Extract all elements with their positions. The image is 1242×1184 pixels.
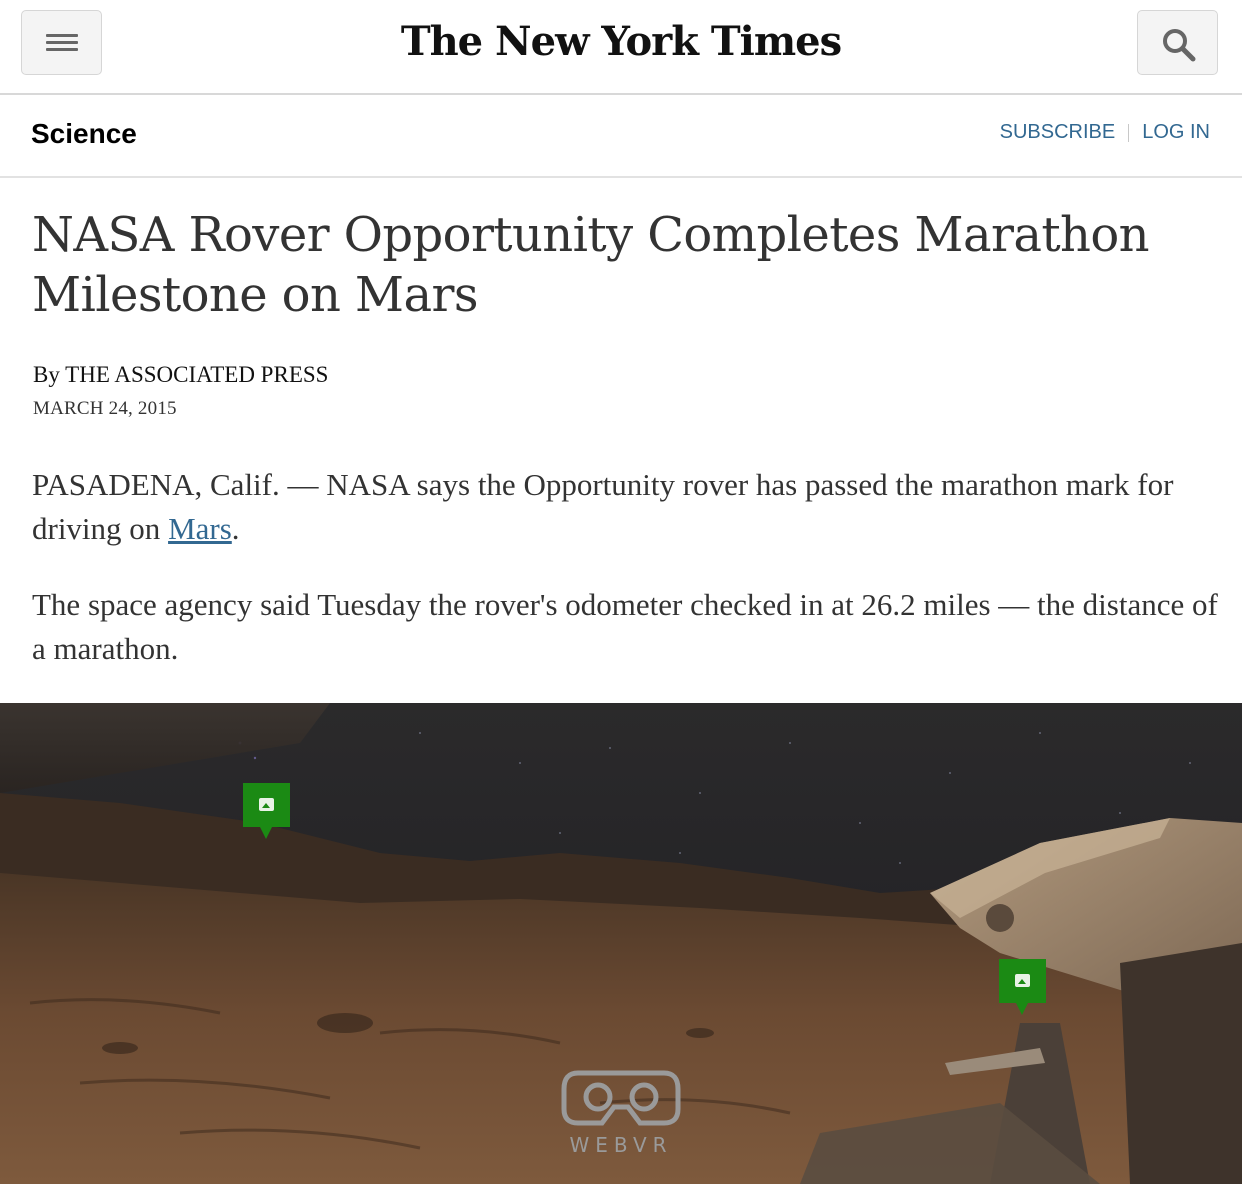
article-headline: NASA Rover Opportunity Completes Maratho… — [32, 207, 1150, 323]
webvr-button[interactable]: WEBVR — [560, 1061, 682, 1161]
masthead: The New York Times — [0, 0, 1242, 95]
article-paragraph-2: The space agency said Tuesday the rover'… — [32, 587, 1218, 666]
webvr-label: WEBVR — [569, 1133, 673, 1157]
article-byline: By THE ASSOCIATED PRESS — [33, 362, 329, 387]
account-links: SUBSCRIBE LOG IN — [1000, 121, 1210, 144]
nyt-logo[interactable]: The New York Times — [0, 18, 1242, 65]
mars-link[interactable]: Mars — [168, 511, 232, 546]
section-title[interactable]: Science — [31, 118, 137, 150]
image-hotspot-icon — [259, 798, 274, 811]
vr-panorama-viewer[interactable]: WEBVR — [0, 703, 1242, 1184]
link-divider — [1128, 123, 1130, 142]
subscribe-link[interactable]: SUBSCRIBE — [1000, 121, 1116, 144]
image-hotspot-marker[interactable] — [243, 783, 290, 839]
article-date: MARCH 24, 2015 — [33, 398, 177, 419]
vr-goggles-icon — [561, 1070, 681, 1126]
search-button[interactable] — [1137, 10, 1218, 75]
section-bar: Science SUBSCRIBE LOG IN — [0, 95, 1242, 178]
paragraph-text: . — [231, 511, 240, 546]
image-hotspot-icon — [1015, 974, 1030, 987]
login-link[interactable]: LOG IN — [1142, 121, 1210, 144]
image-hotspot-marker[interactable] — [999, 959, 1046, 1015]
magnifier-search-icon — [1163, 29, 1196, 62]
article-paragraph-1: PASADENA, Calif. — NASA says the Opportu… — [32, 463, 1222, 551]
